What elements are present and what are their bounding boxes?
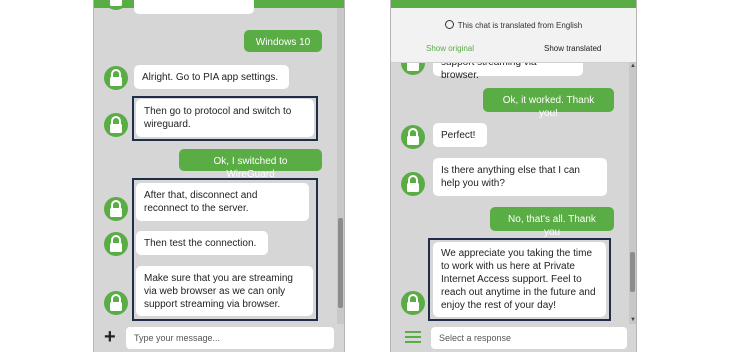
agent-avatar — [104, 197, 128, 221]
composer: Select a response — [391, 324, 636, 352]
scrollbar-thumb[interactable] — [630, 252, 635, 292]
agent-message-bubble: Alright. Go to PIA app settings. — [134, 65, 289, 89]
lock-icon — [110, 200, 122, 217]
agent-avatar — [401, 291, 425, 315]
plus-icon[interactable]: + — [104, 326, 116, 349]
select-placeholder: Select a response — [439, 333, 512, 343]
left-chat-panel: Windows 10 Alright. Go to PIA app settin… — [93, 0, 345, 352]
lock-icon — [407, 128, 419, 145]
hamburger-icon[interactable] — [405, 331, 421, 343]
lock-icon — [110, 69, 122, 86]
composer: + Type your message... — [94, 324, 344, 352]
highlight-box — [428, 238, 611, 321]
message-input[interactable]: Type your message... — [126, 327, 334, 349]
highlight-box — [132, 96, 318, 141]
scrollbar[interactable]: ▲ ▼ — [629, 62, 636, 324]
tab-show-translated[interactable]: Show translated — [544, 44, 601, 53]
user-message-bubble: Windows 10 — [244, 30, 322, 52]
agent-message-bubble: Is there anything else that I can help y… — [433, 158, 607, 196]
agent-avatar — [104, 232, 128, 256]
scroll-down-icon[interactable]: ▼ — [630, 317, 636, 323]
tab-show-original[interactable]: Show original — [426, 44, 474, 53]
lock-icon — [407, 294, 419, 311]
message-text: No, that's all. Thank you — [508, 214, 596, 238]
input-placeholder: Type your message... — [134, 333, 221, 343]
message-text: Ok, I switched to WireGuard — [213, 156, 288, 180]
lock-icon — [110, 116, 122, 133]
message-text: Alright. Go to PIA app settings. — [142, 72, 279, 83]
agent-avatar — [104, 291, 128, 315]
user-message-bubble: Ok, I switched to WireGuard — [179, 149, 322, 180]
scrollbar[interactable] — [337, 8, 344, 324]
globe-icon — [444, 20, 454, 29]
message-text: Windows 10 — [255, 37, 311, 48]
translation-notice: This chat is translated from English — [391, 20, 636, 30]
message-text: Is there anything else that I can help y… — [441, 165, 580, 189]
agent-message-bubble — [134, 0, 254, 14]
scrollbar-thumb[interactable] — [338, 218, 343, 308]
scroll-up-icon[interactable]: ▲ — [630, 63, 636, 69]
agent-avatar — [401, 125, 425, 149]
right-chat-panel: support streaming via browser. This chat… — [390, 0, 637, 352]
agent-avatar — [401, 172, 425, 196]
agent-avatar — [104, 113, 128, 137]
agent-message-bubble: Perfect! — [433, 123, 487, 147]
lock-icon — [110, 235, 122, 252]
user-message-bubble: No, that's all. Thank you — [490, 207, 614, 238]
highlight-box — [132, 178, 318, 321]
user-message-bubble: Ok, it worked. Thank you! — [483, 88, 614, 119]
lock-icon — [110, 294, 122, 311]
header-bar — [391, 0, 636, 8]
notice-text: This chat is translated from English — [457, 21, 583, 30]
message-text: Perfect! — [441, 130, 476, 141]
agent-avatar — [104, 0, 128, 10]
response-select[interactable]: Select a response — [431, 327, 627, 349]
translation-bar: This chat is translated from English Sho… — [391, 8, 636, 63]
agent-avatar — [104, 66, 128, 90]
message-text: Ok, it worked. Thank you! — [502, 95, 595, 119]
lock-icon — [407, 175, 419, 192]
lock-icon — [110, 0, 122, 6]
